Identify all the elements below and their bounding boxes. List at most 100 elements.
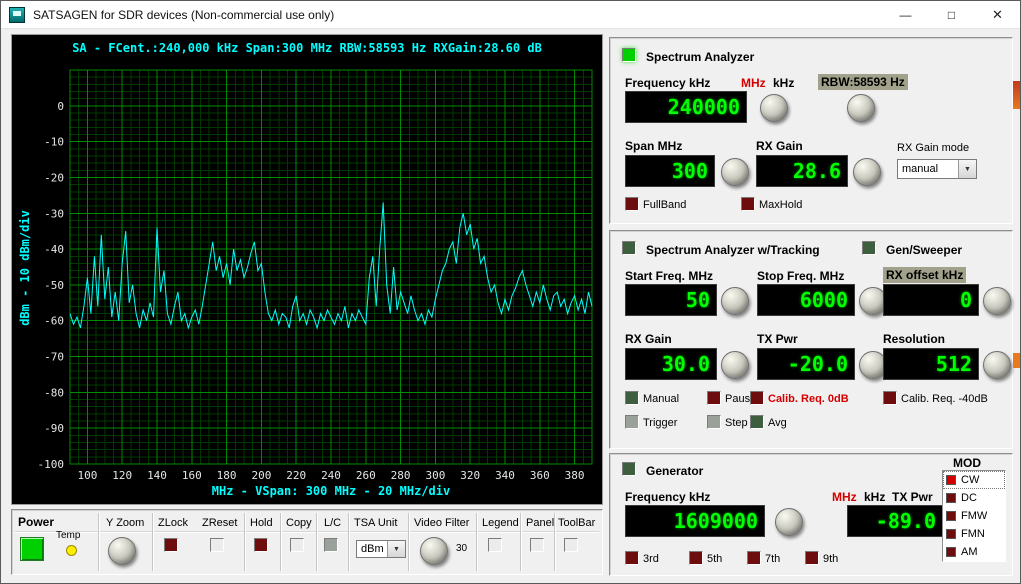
mod-option-label: AM [961,546,978,558]
harmonic-3rd-checkbox[interactable] [625,551,639,565]
dropdown-arrow-icon[interactable]: ▼ [387,541,405,557]
calib-40db-checkbox[interactable] [883,391,897,405]
rx-gain-mode-select[interactable]: manual ▼ [897,159,977,179]
start-freq-knob[interactable] [721,287,749,315]
svg-text:360: 360 [530,469,550,482]
rx-offset-knob[interactable] [983,287,1011,315]
span-knob[interactable] [721,158,749,186]
mod-option-am[interactable]: AM [943,543,1005,561]
gen-frequency-knob[interactable] [775,508,803,536]
spectrum-analyzer-panel: Spectrum Analyzer Frequency kHz MHz kHz … [609,37,1013,224]
manual-label: Manual [643,393,679,405]
spectrum-analyzer-enable-checkbox[interactable] [622,48,636,62]
harmonic-3rd-label: 3rd [643,553,659,565]
trk-rx-gain-display[interactable]: 30.0 [625,348,717,380]
harmonic-7th-checkbox[interactable] [747,551,761,565]
toolbar-label: ToolBar [558,517,595,529]
manual-checkbox[interactable] [625,391,639,405]
video-filter-value: 30 [456,543,467,554]
zlock-label: ZLock [158,517,188,529]
gen-frequency-label: Frequency kHz [625,490,710,504]
hold-checkbox[interactable] [254,538,268,552]
trk-rx-gain-knob[interactable] [721,351,749,379]
panel-label: Panel [526,517,554,529]
bottom-control-bar: Power Temp Y Zoom ZLock ZReset Hold Copy… [11,509,603,575]
divider [98,513,99,571]
resolution-label: Resolution [883,332,945,346]
gen-unit-mhz-toggle[interactable]: MHz [832,490,857,504]
sa-rx-gain-display[interactable]: 28.6 [756,155,848,187]
dropdown-arrow-icon[interactable]: ▼ [958,160,976,178]
close-button[interactable]: ✕ [975,1,1020,29]
harmonic-5th-checkbox[interactable] [689,551,703,565]
generator-enable-checkbox[interactable] [622,462,636,476]
avg-label: Avg [768,417,787,429]
mod-listbox: CW DC FMW FMN AM [942,470,1006,562]
fullband-checkbox[interactable] [625,197,639,211]
svg-text:-90: -90 [44,422,64,435]
resolution-knob[interactable] [983,351,1011,379]
tsa-unit-select[interactable]: dBm ▼ [356,540,406,558]
gen-tx-pwr-display[interactable]: -89.0 [847,505,943,537]
calib-0db-checkbox[interactable] [750,391,764,405]
zlock-checkbox[interactable] [164,538,178,552]
sa-rx-gain-label: RX Gain [756,139,803,153]
svg-text:220: 220 [286,469,306,482]
panel-button[interactable] [530,538,544,552]
sa-frequency-display[interactable]: 240000 [625,91,747,123]
titlebar[interactable]: SATSAGEN for SDR devices (Non-commercial… [1,1,1020,29]
svg-text:-70: -70 [44,351,64,364]
mod-option-dc[interactable]: DC [943,489,1005,507]
svg-text:-40: -40 [44,243,64,256]
window-edge-artifact [1013,81,1020,109]
gen-sweeper-checkbox[interactable] [862,241,876,255]
sa-frequency-knob[interactable] [760,94,788,122]
svg-text:120: 120 [112,469,132,482]
pause-checkbox[interactable] [707,391,721,405]
mod-option-cw[interactable]: CW [943,471,1005,489]
video-filter-knob[interactable] [420,537,448,565]
yzoom-knob[interactable] [108,537,136,565]
power-button[interactable] [20,537,44,561]
video-filter-label: Video Filter [414,517,469,529]
span-display[interactable]: 300 [625,155,715,187]
rbw-knob[interactable] [847,94,875,122]
mod-option-fmn[interactable]: FMN [943,525,1005,543]
start-freq-display[interactable]: 50 [625,284,717,316]
trk-tx-pwr-label: TX Pwr [757,332,798,346]
harmonic-9th-checkbox[interactable] [805,551,819,565]
divider [408,513,409,571]
rx-offset-display[interactable]: 0 [883,284,979,316]
gen-unit-khz-toggle[interactable]: kHz [864,490,885,504]
sa-unit-mhz-toggle[interactable]: MHz [741,76,766,90]
tracking-enable-checkbox[interactable] [622,241,636,255]
maximize-button[interactable]: □ [929,1,974,29]
stop-freq-display[interactable]: 6000 [757,284,855,316]
step-checkbox[interactable] [707,415,721,429]
gen-frequency-display[interactable]: 1609000 [625,505,765,537]
mod-option-fmw[interactable]: FMW [943,507,1005,525]
spectrum-analyzer-panel-title: Spectrum Analyzer [646,50,754,64]
mod-option-label: FMN [961,528,985,540]
maxhold-checkbox[interactable] [741,197,755,211]
sa-unit-khz-toggle[interactable]: kHz [773,76,794,90]
mod-option-label: CW [961,474,979,486]
resolution-display[interactable]: 512 [883,348,979,380]
svg-text:0: 0 [57,100,64,113]
legend-button[interactable] [488,538,502,552]
tracking-panel: Spectrum Analyzer w/Tracking Gen/Sweeper… [609,230,1013,449]
svg-text:-30: -30 [44,207,64,220]
lc-button[interactable] [324,538,338,552]
avg-checkbox[interactable] [750,415,764,429]
copy-button[interactable] [290,538,304,552]
zreset-button[interactable] [210,538,224,552]
trk-tx-pwr-display[interactable]: -20.0 [757,348,855,380]
mod-label: MOD [953,456,981,470]
trigger-checkbox[interactable] [625,415,639,429]
spectrum-plot[interactable]: 1001201401601802002202402602803003203403… [12,35,604,506]
toolbar-button[interactable] [564,538,578,552]
maxhold-label: MaxHold [759,199,802,211]
sa-rx-gain-knob[interactable] [853,158,881,186]
svg-text:240: 240 [321,469,341,482]
minimize-button[interactable]: — [883,1,928,29]
